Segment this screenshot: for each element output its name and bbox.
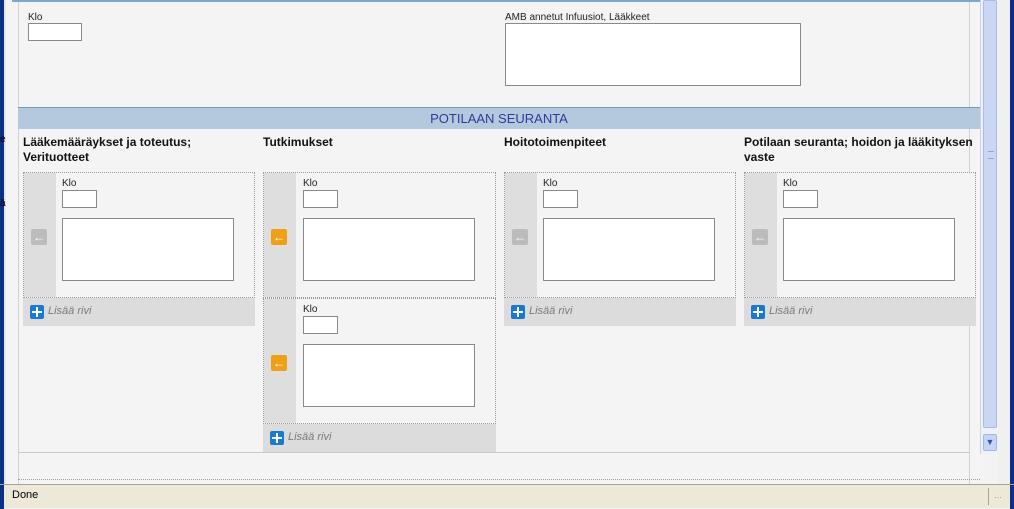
add-row-label: Lisää rivi bbox=[288, 431, 332, 443]
row-klo-input[interactable] bbox=[783, 190, 818, 208]
plus-icon bbox=[751, 305, 765, 319]
plus-icon bbox=[511, 305, 525, 319]
column-title-tutkimukset: Tutkimukset bbox=[263, 135, 333, 149]
row-textarea[interactable] bbox=[543, 218, 715, 281]
window-frame-right bbox=[998, 0, 1014, 508]
status-bar: Done ⋯ bbox=[0, 484, 1014, 509]
add-row-button[interactable]: Lisää rivi bbox=[744, 298, 976, 326]
row-textarea[interactable] bbox=[303, 218, 475, 281]
arrow-left-icon[interactable]: ← bbox=[31, 229, 47, 245]
scrollbar-thumb[interactable] bbox=[983, 0, 997, 428]
row-klo-input[interactable] bbox=[303, 190, 338, 208]
frame-bottom-divider bbox=[18, 479, 980, 481]
row-klo-label: Klo bbox=[303, 178, 318, 189]
row-textarea[interactable] bbox=[783, 218, 955, 281]
add-row-button[interactable]: Lisää rivi bbox=[504, 298, 736, 326]
plus-icon bbox=[270, 431, 284, 445]
amb-label: AMB annetut Infuusiot, Lääkkeet bbox=[505, 12, 650, 23]
amb-textarea[interactable] bbox=[505, 23, 801, 86]
klo-label: Klo bbox=[28, 12, 43, 23]
row-klo-label: Klo bbox=[62, 178, 77, 189]
column-title-hoitotoimenpiteet: Hoitotoimenpiteet bbox=[504, 135, 606, 149]
section-title: POTILAAN SEURANTA bbox=[430, 111, 568, 126]
row-klo-label: Klo bbox=[303, 304, 318, 315]
status-text: Done bbox=[12, 489, 39, 501]
resize-grip-icon[interactable]: ⋯ bbox=[994, 493, 1004, 503]
row-textarea[interactable] bbox=[62, 218, 234, 281]
arrow-left-icon[interactable]: ← bbox=[512, 229, 528, 245]
add-row-button[interactable]: Lisää rivi bbox=[263, 424, 496, 452]
row-klo-input[interactable] bbox=[62, 190, 97, 208]
klo-input[interactable] bbox=[28, 23, 82, 41]
vertical-scrollbar[interactable]: ▼ bbox=[980, 0, 998, 454]
arrow-left-icon[interactable]: ← bbox=[271, 229, 287, 245]
column-title-potilaan-seuranta: Potilaan seuranta; hoidon ja lääkityksen… bbox=[744, 135, 973, 164]
top-divider bbox=[12, 0, 980, 2]
add-row-label: Lisää rivi bbox=[769, 305, 813, 317]
section-title-bar: POTILAAN SEURANTA bbox=[18, 107, 980, 129]
row-textarea[interactable] bbox=[303, 344, 475, 407]
add-row-label: Lisää rivi bbox=[529, 305, 573, 317]
row-klo-label: Klo bbox=[543, 178, 558, 189]
row-panel: ← Klo bbox=[504, 172, 736, 298]
row-klo-input[interactable] bbox=[543, 190, 578, 208]
form-bottom-divider bbox=[18, 452, 970, 453]
plus-icon bbox=[30, 305, 44, 319]
row-klo-label: Klo bbox=[783, 178, 798, 189]
add-row-label: Lisää rivi bbox=[48, 305, 92, 317]
row-panel: ← Klo bbox=[744, 172, 976, 298]
row-klo-input[interactable] bbox=[303, 316, 338, 334]
clipped-text-fragment: e bbox=[0, 134, 6, 145]
chevron-down-icon[interactable]: ▼ bbox=[983, 434, 997, 451]
add-row-button[interactable]: Lisää rivi bbox=[23, 298, 255, 326]
column-title-laakemaaraykset: Lääkemääräykset ja toteutus; Verituottee… bbox=[23, 135, 192, 164]
row-panel: ← Klo bbox=[263, 298, 496, 424]
row-panel: ← Klo bbox=[263, 172, 496, 298]
form-border-left bbox=[18, 0, 19, 484]
arrow-left-icon[interactable]: ← bbox=[271, 355, 287, 371]
arrow-left-icon[interactable]: ← bbox=[752, 229, 768, 245]
row-panel: ← Klo bbox=[23, 172, 255, 298]
clipped-text-fragment: ä bbox=[0, 198, 6, 209]
